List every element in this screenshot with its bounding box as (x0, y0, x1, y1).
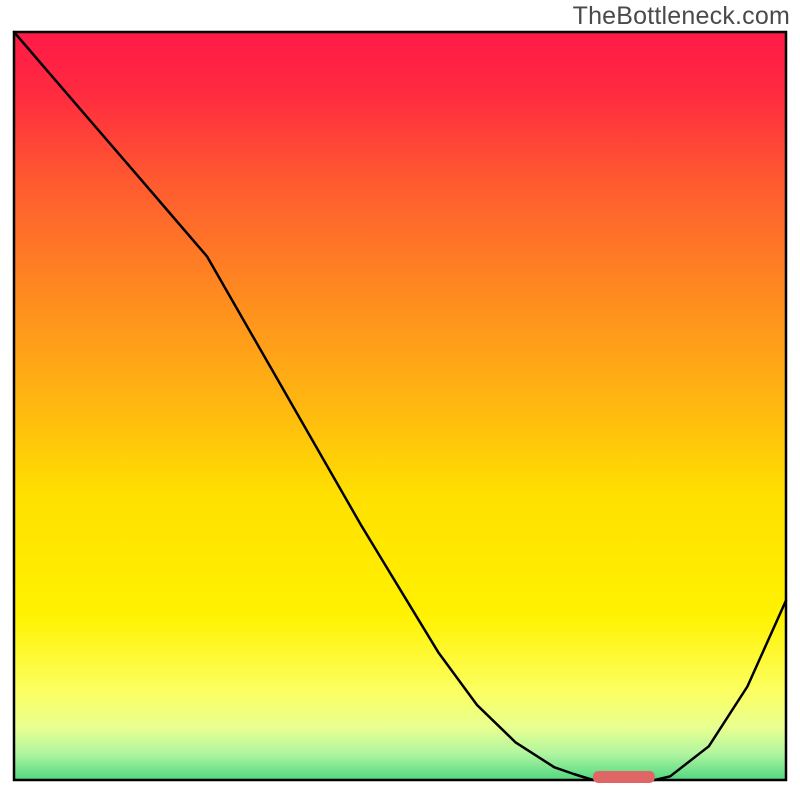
chart-stage: TheBottleneck.com (0, 0, 800, 800)
plot-background (14, 32, 786, 780)
highlight-segment (593, 771, 655, 783)
chart-svg (0, 0, 800, 800)
